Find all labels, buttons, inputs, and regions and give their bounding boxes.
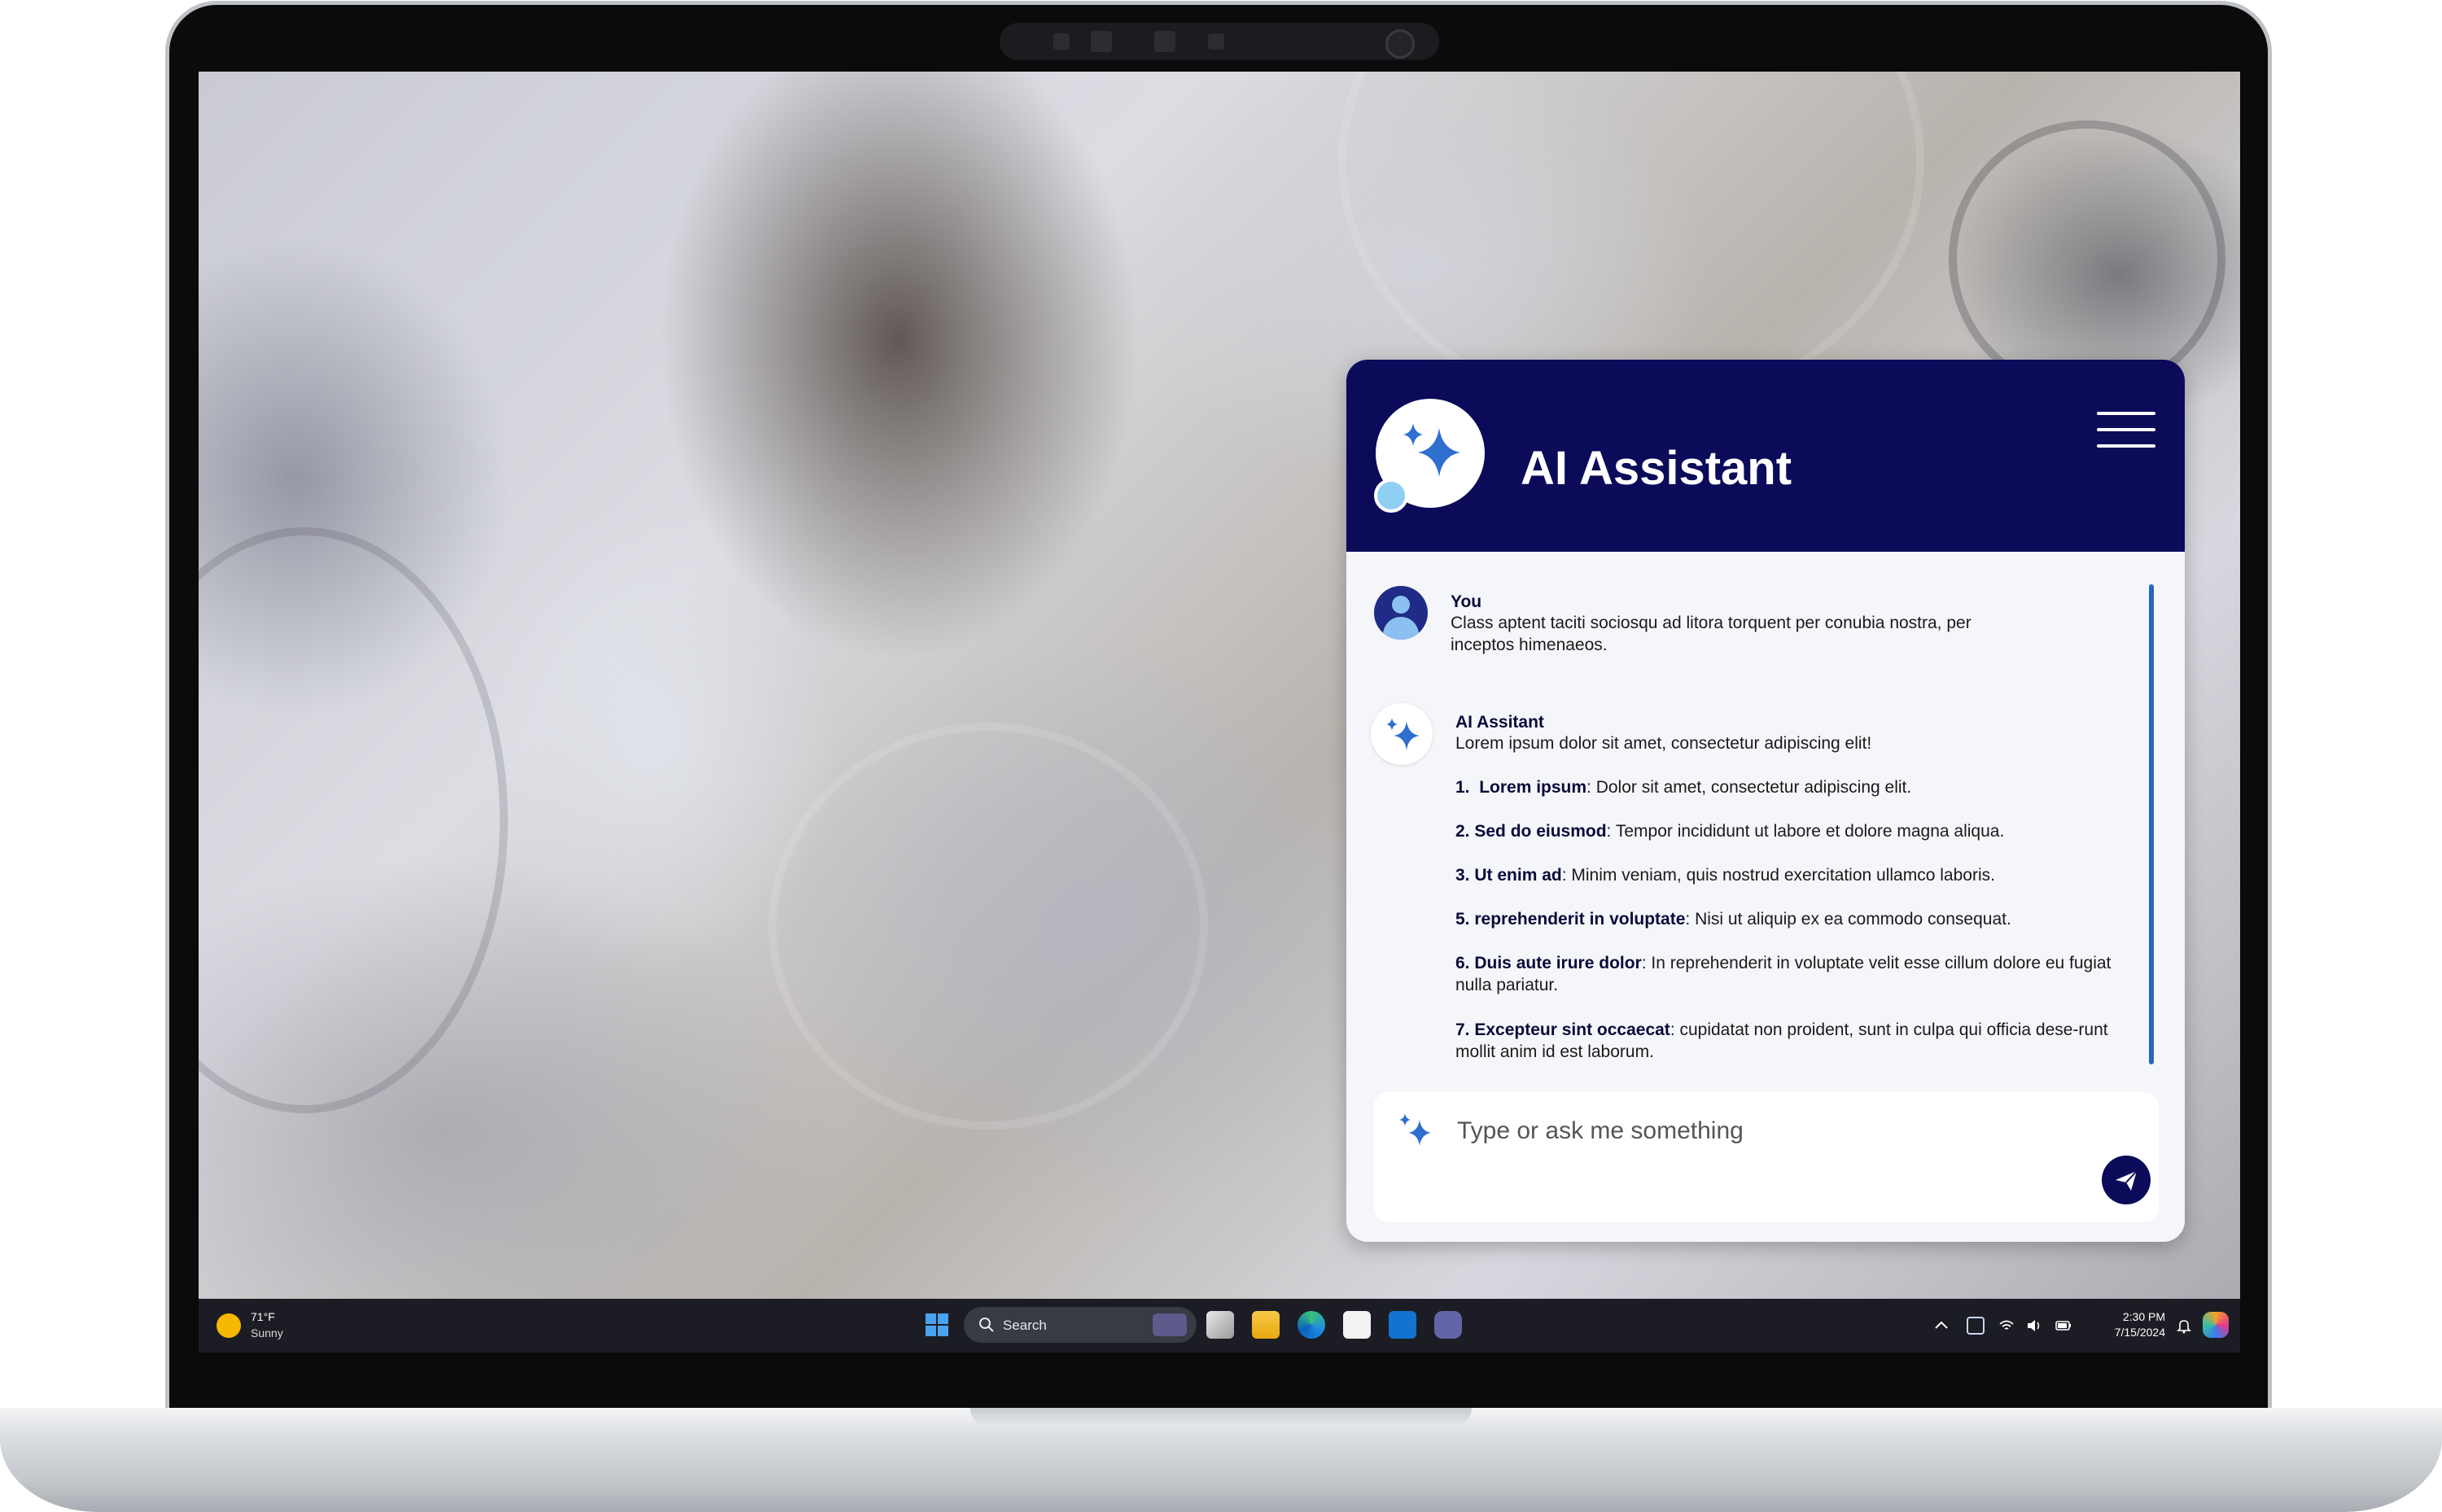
list-term: Lorem ipsum (1479, 778, 1587, 797)
user-avatar-icon (1374, 586, 1428, 640)
weather-desc: Sunny (251, 1326, 283, 1339)
list-term: Sed do eiusmod (1474, 822, 1607, 841)
list-number: 7. (1455, 1020, 1470, 1039)
list-item: 1. Lorem ipsum: Dolor sit amet, consecte… (1455, 776, 2123, 798)
list-term: reprehenderit in voluptate (1474, 910, 1686, 929)
store-icon[interactable] (1343, 1311, 1371, 1339)
send-icon (2116, 1170, 2138, 1191)
laptop-notch (970, 1408, 1472, 1427)
list-text: : Nisi ut aliquip ex ea commodo consequa… (1685, 910, 2011, 929)
ai-intro: Lorem ipsum dolor sit amet, consectetur … (1455, 734, 1872, 753)
ai-assistant-panel: AI Assistant You Class aptent taciti soc… (1346, 360, 2185, 1242)
panel-header: AI Assistant (1346, 360, 2185, 552)
camera-lens-icon (1385, 29, 1415, 59)
edge-icon[interactable] (1298, 1311, 1325, 1339)
chat-input-box (1374, 1092, 2159, 1222)
list-text: : Dolor sit amet, consectetur adipiscing… (1586, 778, 1912, 797)
search-label: Search (1003, 1318, 1047, 1333)
taskbar-search[interactable]: Search (964, 1307, 1197, 1343)
list-item: 6. Duis aute irure dolor: In reprehender… (1455, 952, 2123, 996)
list-item: 3. Ut enim ad: Minim veniam, quis nostru… (1455, 864, 2123, 886)
panel-title: AI Assistant (1521, 442, 1792, 495)
wallpaper-swirl (1949, 120, 2225, 397)
list-number: 3. (1455, 866, 1470, 885)
ai-name: AI Assitant (1455, 713, 1544, 732)
taskbar: 71°F Sunny Search 2:30 PM 7/15/2024 (199, 1299, 2240, 1352)
clock-time[interactable]: 2:30 PM (2103, 1310, 2165, 1323)
wallpaper-swirl (768, 723, 1208, 1130)
battery-icon[interactable] (2055, 1317, 2072, 1335)
clock-date[interactable]: 7/15/2024 (2095, 1326, 2165, 1339)
wifi-icon[interactable] (1998, 1317, 2015, 1335)
search-icon (979, 1318, 994, 1332)
list-text: : Tempor incididunt ut labore et dolore … (1606, 822, 2005, 841)
list-number: 2. (1455, 822, 1470, 841)
user-message: Class aptent taciti sociosqu ad litora t… (1451, 614, 1972, 654)
file-explorer-icon[interactable] (1252, 1311, 1280, 1339)
teams-icon[interactable] (1434, 1311, 1462, 1339)
sensor-icon (1091, 31, 1112, 52)
list-term: Ut enim ad (1474, 866, 1562, 885)
message-list[interactable]: You Class aptent taciti sociosqu ad lito… (1346, 552, 2185, 1064)
volume-icon[interactable] (2025, 1317, 2043, 1335)
list-number: 5. (1455, 910, 1470, 929)
camera-icon (1208, 33, 1224, 50)
sensor-icon (1053, 33, 1070, 50)
copilot-icon[interactable] (2203, 1312, 2229, 1338)
sparkle-icon (1399, 1113, 1431, 1146)
list-number: 6. (1455, 954, 1470, 972)
status-dot (1374, 479, 1408, 513)
list-item: 5. reprehenderit in voluptate: Nisi ut a… (1455, 908, 2123, 930)
desktop-screen: AI Assistant You Class aptent taciti soc… (199, 72, 2240, 1352)
bell-icon[interactable] (2175, 1317, 2193, 1335)
network-icon[interactable] (1967, 1317, 1985, 1335)
hamburger-menu-icon[interactable] (2097, 412, 2155, 448)
list-item: 2. Sed do eiusmod: Tempor incididunt ut … (1455, 820, 2123, 842)
wallpaper-swirl (199, 527, 508, 1113)
sensor-icon (1154, 31, 1175, 52)
user-name: You (1451, 592, 1482, 611)
ai-avatar-icon (1371, 703, 1433, 765)
search-highlight-icon (1153, 1313, 1187, 1336)
windows-start-icon[interactable] (923, 1311, 951, 1339)
sun-icon (217, 1313, 241, 1338)
chat-input[interactable] (1455, 1110, 2094, 1152)
list-number: 1. (1455, 778, 1470, 797)
list-text: : Minim veniam, quis nostrud exercitatio… (1561, 866, 1995, 885)
webcam-bar (1000, 23, 1439, 60)
list-item: 7. Excepteur sint occaecat: cupidatat no… (1455, 1019, 2123, 1063)
task-view-icon[interactable] (1206, 1311, 1234, 1339)
list-term: Duis aute irure dolor (1474, 954, 1642, 972)
list-term: Excepteur sint occaecat (1474, 1020, 1670, 1039)
send-button[interactable] (2102, 1156, 2151, 1204)
chevron-up-icon[interactable] (1932, 1317, 1950, 1335)
weather-temp: 71°F (251, 1310, 275, 1323)
scrollbar-thumb[interactable] (2149, 584, 2154, 1064)
outlook-icon[interactable] (1389, 1311, 1416, 1339)
